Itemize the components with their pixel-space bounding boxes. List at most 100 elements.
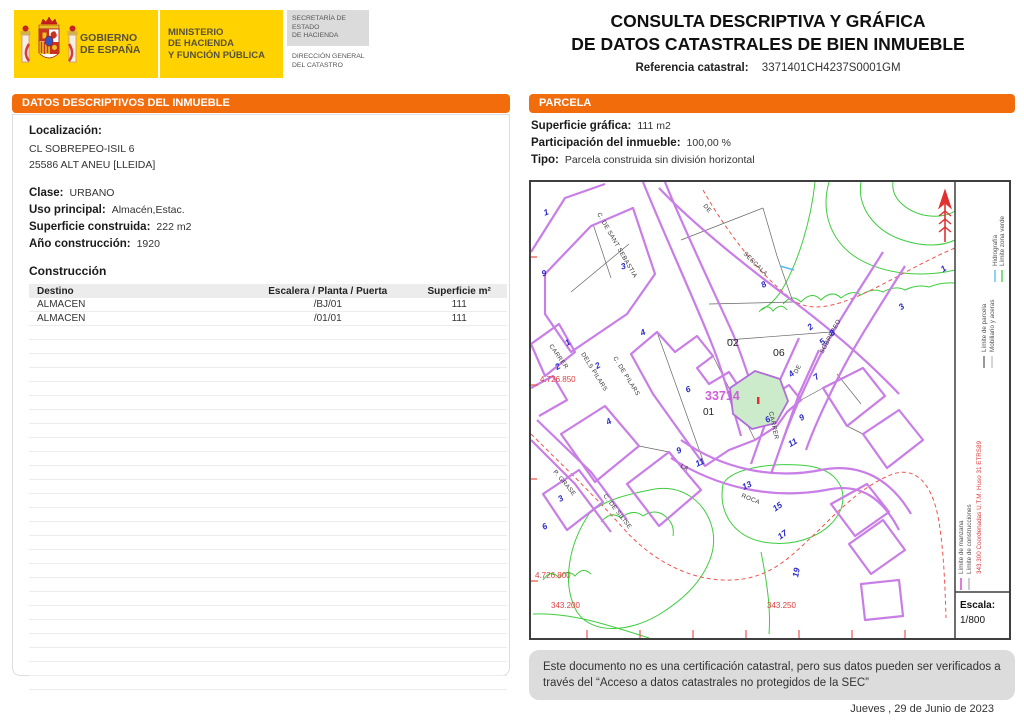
house-number: 19 [790, 567, 802, 578]
superficie-grafica-label: Superficie gráfica: [531, 120, 632, 132]
table-empty-row [29, 647, 507, 662]
parcel-fields: Superficie gráfica: 111 m2 Participación … [531, 120, 1015, 171]
legend-limite-manzana: Límite de manzana [958, 520, 965, 574]
table-empty-row [29, 591, 507, 606]
subparcel-02: 02 [727, 337, 739, 349]
tipo-value: Parcela construida sin división horizont… [564, 154, 755, 166]
tipo-label: Tipo: [531, 154, 559, 166]
house-number: 4 [603, 416, 613, 428]
section-header-datos-descriptivos: DATOS DESCRIPTIVOS DEL INMUEBLE [12, 94, 510, 113]
table-empty-row [29, 521, 507, 536]
table-empty-row [29, 661, 507, 676]
direccion-line2: DEL CATASTRO [292, 61, 343, 69]
table-empty-row [29, 451, 507, 466]
ministerio-line2: DE HACIENDA [168, 38, 234, 50]
table-empty-row [29, 605, 507, 620]
construction-table-body: ALMACEN/BJ/01 111 ALMACEN/01/01 111 [29, 298, 507, 690]
direccion-line1: DIRECCIÓN GENERAL [292, 53, 365, 60]
table-empty-row [29, 633, 507, 648]
coord-y1: 4.726.850 [540, 375, 576, 384]
table-empty-row [29, 535, 507, 550]
table-empty-row [29, 479, 507, 494]
address-line2: 25586 ALT ANEU [LLEIDA] [29, 159, 156, 171]
table-empty-row [29, 409, 507, 424]
coord-x2: 343.250 [767, 601, 796, 610]
ministerio-line1: MINISTERIO [168, 26, 224, 38]
street-label: C. DE SANT SEBASTIA [595, 212, 638, 280]
map-legend: Límite de manzana Límite de construccion… [954, 182, 1009, 638]
table-empty-row [29, 353, 507, 368]
house-number: 15 [771, 500, 785, 514]
subparcel-06: 06 [773, 347, 785, 359]
localizacion-label: Localización: [29, 125, 102, 137]
table-empty-row [29, 549, 507, 564]
participacion-value: 100,00 % [686, 137, 731, 149]
gobierno-line2: DE ESPAÑA [80, 44, 141, 56]
direccion-box: DIRECCIÓN GENERAL DEL CATASTRO [287, 53, 369, 70]
house-number: 3 [556, 493, 565, 504]
street-label: DELS PILARS [579, 351, 608, 392]
ministerio-text: MINISTERIO DE HACIENDA Y FUNCIÓN PÚBLICA [168, 27, 265, 62]
mobiliario-line [779, 265, 795, 271]
street-label: DE [793, 363, 804, 375]
table-empty-row [29, 367, 507, 382]
secretaria-line2: DE HACIENDA [292, 32, 339, 39]
cadastral-document-page: GOBIERNO DE ESPAÑA MINISTERIO DE HACIEND… [0, 0, 1024, 725]
table-header-row: Destino Escalera / Planta / Puerta Super… [29, 284, 507, 298]
superficie-value: 222 m2 [156, 221, 192, 233]
subparcel-01: 01 [703, 407, 715, 418]
house-number: 1 [542, 207, 550, 218]
house-number: 11 [786, 436, 799, 449]
house-number: 4 [638, 327, 648, 339]
construccion-title: Construcción [29, 264, 107, 278]
house-number: 2 [804, 321, 815, 333]
secretaria-line1: SECRETARÍA DE ESTADO [292, 15, 346, 31]
parcel-number-label: 33714 [705, 389, 740, 403]
table-empty-row [29, 507, 507, 522]
secretaria-box: SECRETARÍA DE ESTADO DE HACIENDA [287, 10, 369, 46]
table-empty-row [29, 395, 507, 410]
subject-parcel-mark [757, 397, 760, 404]
table-empty-row [29, 325, 507, 340]
cadastral-reference: Referencia catastral: 3371401CH4237S0001… [520, 62, 1016, 74]
table-empty-row [29, 619, 507, 634]
coordinate-labels: 4.726.850 4.726.800 343.200 343.250 [531, 256, 906, 638]
government-logo-banner: GOBIERNO DE ESPAÑA MINISTERIO DE HACIEND… [14, 10, 283, 78]
street-label: ROCA [740, 492, 761, 506]
clase-label: Clase: [29, 187, 64, 199]
participacion-label: Participación del inmueble: [531, 137, 681, 149]
anio-value: 1920 [136, 238, 160, 250]
house-number: 3 [896, 301, 906, 312]
escala-label: Escala: [960, 600, 995, 611]
superficie-label: Superficie construida: [29, 221, 151, 233]
col-superficie: Superficie m² [411, 284, 507, 298]
cadastral-map: 33714 01 02 06 C. DE SANT SEBASTIA DE SE… [529, 180, 1011, 640]
address-block: CL SOBREPEO-ISIL 6 25586 ALT ANEU [LLEID… [29, 141, 497, 173]
street-label: LA [679, 463, 690, 473]
spain-coat-of-arms-icon [20, 16, 78, 63]
table-row: ALMACEN/01/01 111 [29, 311, 507, 326]
table-empty-row [29, 381, 507, 396]
house-number: 6 [540, 521, 549, 532]
table-empty-row [29, 675, 507, 690]
house-number: 9 [797, 412, 806, 423]
anio-label: Año construcción: [29, 238, 131, 250]
escala-value: 1/800 [960, 615, 985, 626]
clase-value: URBANO [69, 187, 115, 199]
disclaimer-box: Este documento no es una certificación c… [529, 650, 1015, 700]
legend-hidrografia: Hidrografía [992, 234, 999, 266]
gobierno-text: GOBIERNO DE ESPAÑA [80, 32, 152, 56]
col-destino: Destino [29, 284, 245, 298]
property-data-panel: Localización: CL SOBREPEO-ISIL 6 25586 A… [12, 114, 510, 690]
address-line1: CL SOBREPEO-ISIL 6 [29, 143, 135, 155]
table-empty-row [29, 465, 507, 480]
reference-value: 3371401CH4237S0001GM [761, 62, 901, 74]
table-empty-row [29, 339, 507, 354]
table-row: ALMACEN/BJ/01 111 [29, 298, 507, 312]
document-title: CONSULTA DESCRIPTIVA Y GRÁFICA DE DATOS … [520, 10, 1016, 74]
legend-limite-construcciones: Límite de construcciones [966, 504, 973, 574]
document-date: Jueves , 29 de Junio de 2023 [850, 703, 994, 715]
cadastral-map-svg: 33714 01 02 06 C. DE SANT SEBASTIA DE SE… [531, 182, 1009, 638]
ministerio-line3: Y FUNCIÓN PÚBLICA [168, 49, 265, 61]
gobierno-line1: GOBIERNO [80, 32, 138, 44]
